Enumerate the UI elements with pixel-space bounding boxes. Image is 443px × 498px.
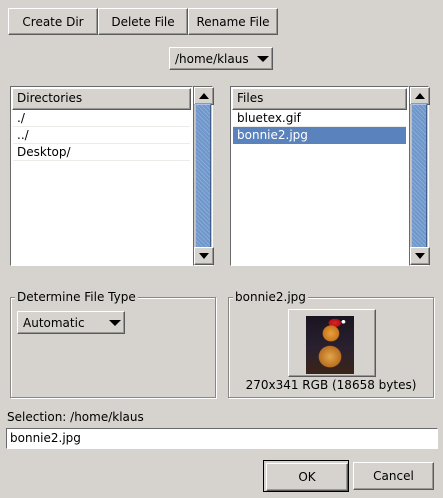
- scroll-down-button[interactable]: [410, 247, 430, 265]
- file-item-selected[interactable]: bonnie2.jpg: [233, 127, 406, 144]
- cancel-button[interactable]: Cancel: [353, 462, 434, 490]
- preview-group: bonnie2.jpg 270x341 RGB (18658 bytes): [228, 290, 434, 398]
- create-dir-label: Create Dir: [22, 14, 84, 29]
- preview-image-button[interactable]: [288, 309, 376, 377]
- scroll-up-button[interactable]: [410, 87, 430, 105]
- files-scrollbar[interactable]: [409, 86, 430, 266]
- directory-item[interactable]: ./: [13, 110, 190, 127]
- file-type-group-label: Determine File Type: [15, 290, 138, 304]
- directories-list[interactable]: Directories ./ ../ Desktop/: [10, 86, 193, 266]
- create-dir-button[interactable]: Create Dir: [8, 8, 98, 35]
- arrow-down-icon: [199, 253, 209, 259]
- file-item[interactable]: bluetex.gif: [233, 110, 406, 127]
- files-header[interactable]: Files: [232, 88, 407, 110]
- scroll-up-button[interactable]: [194, 87, 214, 105]
- path-dropdown[interactable]: /home/klaus: [169, 47, 273, 70]
- arrow-up-icon: [199, 93, 209, 99]
- chevron-down-icon: [106, 319, 124, 326]
- delete-file-button[interactable]: Delete File: [98, 8, 188, 35]
- directory-item[interactable]: Desktop/: [13, 144, 190, 161]
- file-type-value: Automatic: [23, 315, 85, 330]
- file-type-dropdown[interactable]: Automatic: [17, 311, 125, 334]
- scroll-thumb[interactable]: [411, 104, 427, 250]
- arrow-down-icon: [415, 253, 425, 259]
- cancel-label: Cancel: [373, 469, 414, 483]
- path-value: /home/klaus: [175, 51, 249, 66]
- preview-thumbnail: [306, 316, 354, 374]
- files-list[interactable]: Files bluetex.gif bonnie2.jpg: [230, 86, 409, 266]
- preview-group-label: bonnie2.jpg: [233, 290, 308, 304]
- selection-label: Selection: /home/klaus: [7, 410, 144, 424]
- directory-item[interactable]: ../: [13, 127, 190, 144]
- ok-button-default-frame: OK: [263, 460, 349, 492]
- file-type-group: Determine File Type Automatic: [10, 290, 216, 398]
- rename-file-label: Rename File: [196, 14, 270, 29]
- ok-button[interactable]: OK: [266, 463, 348, 491]
- ok-label: OK: [298, 470, 316, 484]
- delete-file-label: Delete File: [111, 14, 175, 29]
- chevron-down-icon: [254, 55, 272, 62]
- directories-header[interactable]: Directories: [12, 88, 191, 110]
- scroll-down-button[interactable]: [194, 247, 214, 265]
- scroll-thumb[interactable]: [195, 104, 211, 250]
- selection-input[interactable]: bonnie2.jpg: [6, 428, 438, 449]
- directories-scrollbar[interactable]: [193, 86, 214, 266]
- preview-info: 270x341 RGB (18658 bytes): [245, 378, 417, 392]
- arrow-up-icon: [415, 93, 425, 99]
- rename-file-button[interactable]: Rename File: [188, 8, 278, 35]
